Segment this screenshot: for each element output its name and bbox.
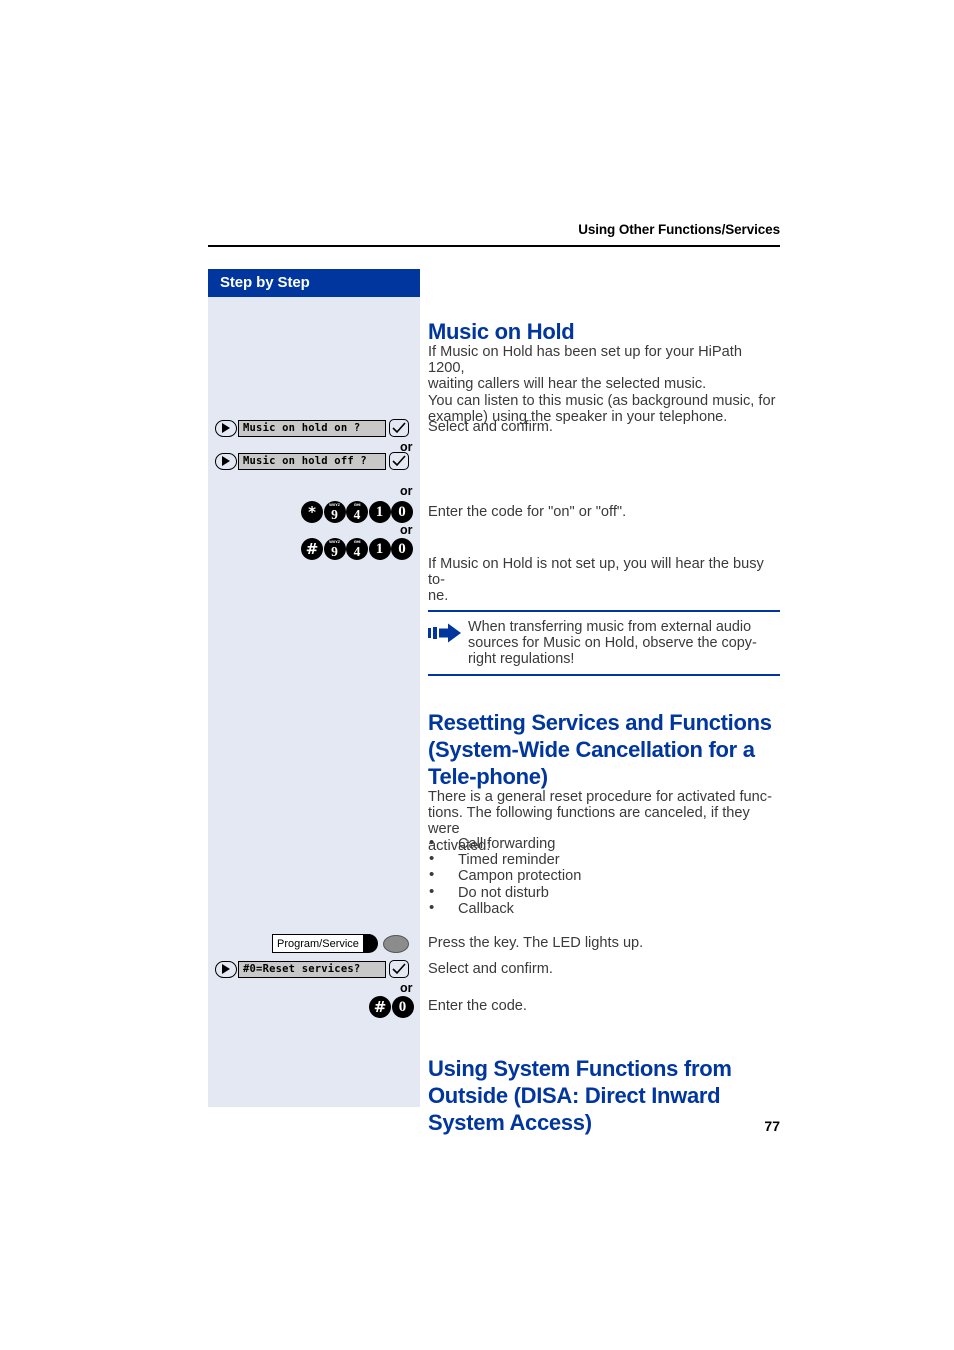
page-title-music-on-hold: Music on Hold [428,318,575,344]
step-select-and-confirm-1: Select and confirm. [428,419,553,435]
key-9[interactable]: WXYZ 9 [323,501,346,523]
key-4[interactable]: GHI 4 [346,501,368,523]
lcd-text: Music on hold off ? [243,455,367,467]
keypad-code-hash-0[interactable]: # 0 [369,996,414,1018]
reset-functions-list: Call forwarding Timed reminder Campon pr… [428,835,780,917]
hash-icon: # [373,998,387,1016]
key-9-digit: 9 [331,507,338,522]
navigate-key-icon[interactable] [215,960,237,978]
key-4[interactable]: GHI 4 [346,538,368,560]
note-box: When transferring music from external au… [428,610,780,676]
sidebar-title: Step by Step [220,274,310,291]
lcd-display-bar[interactable]: Music on hold off ? [238,452,386,470]
page-number: 77 [764,1118,780,1134]
note-arrow-icon [428,619,468,668]
key-hash[interactable]: # [301,538,323,560]
confirm-check-icon[interactable] [389,452,409,470]
program-service-key-label: Program/Service [272,934,364,953]
running-header-text: Using Other Functions/Services [578,222,780,237]
program-service-key[interactable]: Program/Service [272,934,409,953]
key-0[interactable]: 0 [391,501,413,523]
key-9-digit: 9 [331,544,338,559]
confirm-check-icon[interactable] [389,419,409,437]
step-select-and-confirm-2: Select and confirm. [428,961,553,977]
or-label-4: or [400,981,413,995]
hash-icon: # [305,540,319,558]
list-item: Campon protection [428,867,780,884]
key-star[interactable]: * [301,501,323,523]
note-box-bottom-rule [428,674,780,676]
key-0-digit: 0 [398,999,407,1015]
step-by-step-sidebar: Step by Step Music on hold on ? or Music… [208,269,420,1107]
lcd-text: Music on hold on ? [243,422,361,434]
lcd-display-bar[interactable]: Music on hold on ? [238,419,386,437]
list-item: Call forwarding [428,835,780,852]
note-box-text: When transferring music from external au… [468,618,757,667]
sidebar-title-bar: Step by Step [208,269,420,297]
list-item: Do not disturb [428,884,780,901]
step-press-key: Press the key. The LED lights up. [428,935,644,951]
led-indicator [382,934,409,953]
note-music-not-set-up: If Music on Hold is not set up, you will… [428,556,764,605]
list-item: Callback [428,900,780,917]
key-1-digit: 1 [375,504,384,520]
key-4-digit: 4 [353,544,361,559]
key-1-digit: 1 [375,541,384,557]
key-0[interactable]: 0 [391,538,413,560]
header-divider [208,245,780,247]
key-hash[interactable]: # [369,996,391,1018]
key-9[interactable]: WXYZ 9 [323,538,346,560]
or-label-2: or [400,484,413,498]
key-cap-icon [362,934,378,953]
page-title-resetting-services: Resetting Services and Functions (System… [428,709,772,789]
key-0-digit: 0 [398,541,406,557]
lcd-text: #0=Reset services? [243,963,361,975]
sidebar-menu-row-reset-services[interactable]: #0=Reset services? [215,960,409,978]
navigate-key-icon[interactable] [215,419,237,437]
step-enter-code: Enter the code. [428,998,527,1014]
sidebar-menu-row-music-on[interactable]: Music on hold on ? [215,419,409,437]
list-item: Timed reminder [428,851,780,868]
key-0[interactable]: 0 [391,996,414,1018]
confirm-check-icon[interactable] [389,960,409,978]
keypad-code-hash-9410[interactable]: # WXYZ 9 GHI 4 1 0 [301,538,414,560]
star-icon: * [308,503,316,521]
step-enter-code-on-off: Enter the code for "on" or "off". [428,504,627,520]
running-header: Using Other Functions/Services [208,222,780,238]
intro-paragraph: If Music on Hold has been set up for you… [428,344,776,425]
key-1[interactable]: 1 [368,538,391,560]
or-label-3: or [400,523,413,537]
key-0-digit: 0 [398,504,406,520]
keypad-code-star-9410[interactable]: * WXYZ 9 GHI 4 1 0 [301,501,414,523]
key-1[interactable]: 1 [368,501,391,523]
lcd-display-bar[interactable]: #0=Reset services? [238,960,386,978]
sidebar-menu-row-music-off[interactable]: Music on hold off ? [215,452,409,470]
key-4-digit: 4 [353,507,361,522]
navigate-key-icon[interactable] [215,452,237,470]
